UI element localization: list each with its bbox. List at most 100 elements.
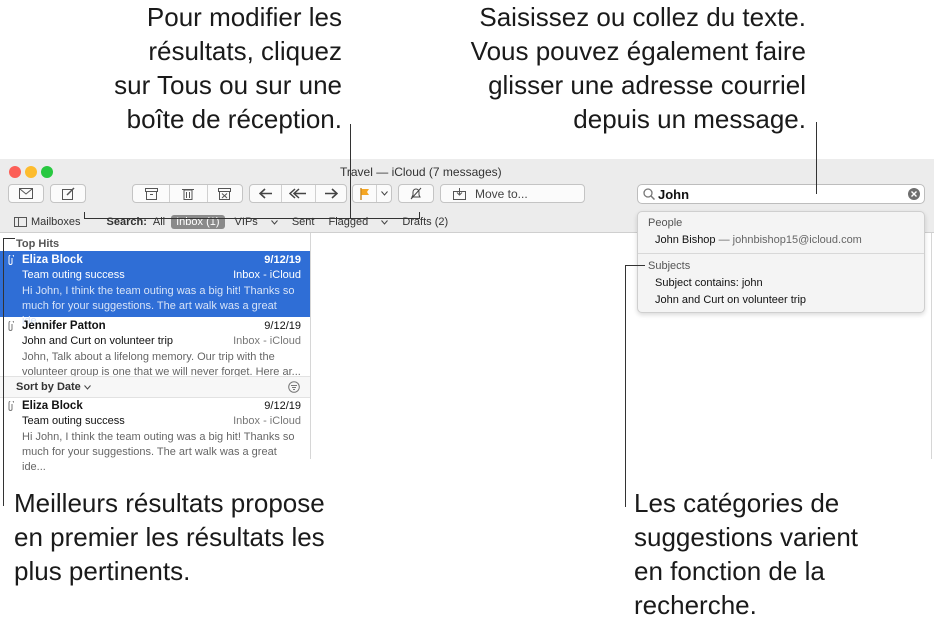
search-field[interactable]: John [637,184,925,204]
junk-button[interactable] [208,185,242,202]
minimize-window-button[interactable] [25,166,37,178]
close-window-button[interactable] [9,166,21,178]
reply-icon [258,188,272,199]
move-to-button[interactable]: Move to... [440,184,585,203]
compose-button[interactable] [50,184,86,203]
window-edge [931,233,932,459]
leader-bracket-scope [84,218,420,219]
get-mail-button[interactable] [8,184,44,203]
callout-line: Meilleurs résultats propose [14,488,325,518]
mute-button[interactable] [398,184,434,203]
bell-slash-icon [410,187,422,200]
message-mailbox: Inbox - iCloud [233,415,301,427]
archive-icon [144,187,158,200]
callout-line: glisser une adresse courriel [488,70,806,100]
callout-line: en premier les résultats les [14,522,325,552]
chevron-down-icon [381,220,389,225]
mail-window: Travel — iCloud (7 messages) Move to... [0,159,934,473]
trash-icon [182,189,195,200]
delete-button[interactable] [170,185,208,202]
message-sender: Eliza Block [22,400,83,412]
compose-icon [61,187,75,200]
leader-bracket-tick [84,212,85,219]
message-subject: Team outing success [22,269,125,281]
move-to-icon [453,187,466,200]
leader-line-suggestions-tick [625,265,645,266]
junk-icon [218,187,232,200]
callout-line: Les catégories de [634,488,840,518]
message-row[interactable]: Eliza Block 9/12/19 Team outing success … [0,397,310,473]
sort-by-date-button[interactable]: Sort by Date [16,381,91,393]
callout-search-help: Saisissez ou collez du texte. Vous pouve… [420,0,806,136]
message-row[interactable]: Jennifer Patton 9/12/19 John and Curt on… [0,317,310,383]
archive-delete-junk-group [132,184,243,203]
preview-line: much for your suggestions. The art walk … [22,446,277,473]
suggestion-subject-contains[interactable]: Subject contains: john [655,277,763,289]
forward-button[interactable] [316,185,346,202]
callout-line: plus pertinents. [14,556,191,586]
reply-all-button[interactable] [282,185,316,202]
reply-all-icon [289,188,307,199]
mailboxes-label: Mailboxes [31,216,81,228]
sort-label: Sort by Date [16,381,81,393]
callout-line: Pour modifier les [146,2,342,32]
person-email: — johnbishop15@icloud.com [715,234,862,246]
chevron-down-icon [380,191,388,196]
callout-line: depuis un message. [573,104,806,134]
flag-menu-button[interactable] [377,185,391,202]
leader-line-top-hits-tick [3,238,15,239]
sort-header: Sort by Date [0,376,310,398]
leader-line-scope [350,124,351,218]
callout-line: en fonction de la [634,556,825,586]
message-sender: Jennifer Patton [22,320,106,332]
callout-suggestions-help: Les catégories de suggestions varient en… [634,486,934,622]
flag-button[interactable] [353,185,378,202]
paperclip-icon [8,401,14,411]
message-sender: Eliza Block [22,254,83,266]
flag-icon [360,187,369,200]
suggestion-person[interactable]: John Bishop — johnbishop15@icloud.com [655,234,862,246]
person-name: John Bishop [655,234,716,246]
chevron-down-icon [83,385,91,390]
callout-scope-help: Pour modifier les résultats, cliquez sur… [40,0,342,136]
people-header: People [648,217,683,229]
preview-line: Hi John, I think the team outing was a b… [22,431,295,443]
move-to-label: Move to... [475,186,528,201]
message-mailbox: Inbox - iCloud [233,335,301,347]
message-row-selected[interactable]: Eliza Block 9/12/19 Team outing success … [0,251,310,327]
callout-line: Saisissez ou collez du texte. [479,2,806,32]
reply-group [249,184,347,203]
divider [638,253,924,254]
message-date: 9/12/19 [264,400,301,412]
message-subject: John and Curt on volunteer trip [22,335,174,347]
callout-line: suggestions varient [634,522,859,552]
sidebar-icon [14,217,27,227]
callout-line: boîte de réception. [126,104,342,134]
message-list: Top Hits Eliza Block 9/12/19 Team outing… [0,233,311,473]
search-input-value[interactable]: John [658,187,689,202]
leader-line-search [816,122,817,194]
chevron-down-icon [270,220,278,225]
callout-line: sur Tous ou sur une [114,70,342,100]
preview-line: Hi John, I think the team outing was a b… [22,285,295,297]
filter-icon[interactable] [288,381,300,393]
leader-line-top-hits [3,238,4,506]
callout-line: recherche. [634,590,757,620]
archive-button[interactable] [133,185,171,202]
forward-icon [324,188,338,199]
callout-line: Vous pouvez également faire [470,36,806,66]
mailboxes-button[interactable]: Mailboxes [14,216,91,228]
search-icon [643,188,655,200]
search-suggestions-menu: People John Bishop — johnbishop15@icloud… [637,211,925,313]
reply-button[interactable] [250,185,283,202]
callout-top-hits-help: Meilleurs résultats propose en premier l… [14,486,394,588]
callout-line: résultats, cliquez [148,36,342,66]
paperclip-icon [8,321,14,331]
message-date: 9/12/19 [264,254,301,266]
preview-line: John, Talk about a lifelong memory. Our … [22,351,275,363]
zoom-window-button[interactable] [41,166,53,178]
suggestion-subject[interactable]: John and Curt on volunteer trip [655,294,806,306]
clear-search-icon[interactable] [908,188,920,200]
envelope-icon [19,188,33,199]
message-date: 9/12/19 [264,320,301,332]
